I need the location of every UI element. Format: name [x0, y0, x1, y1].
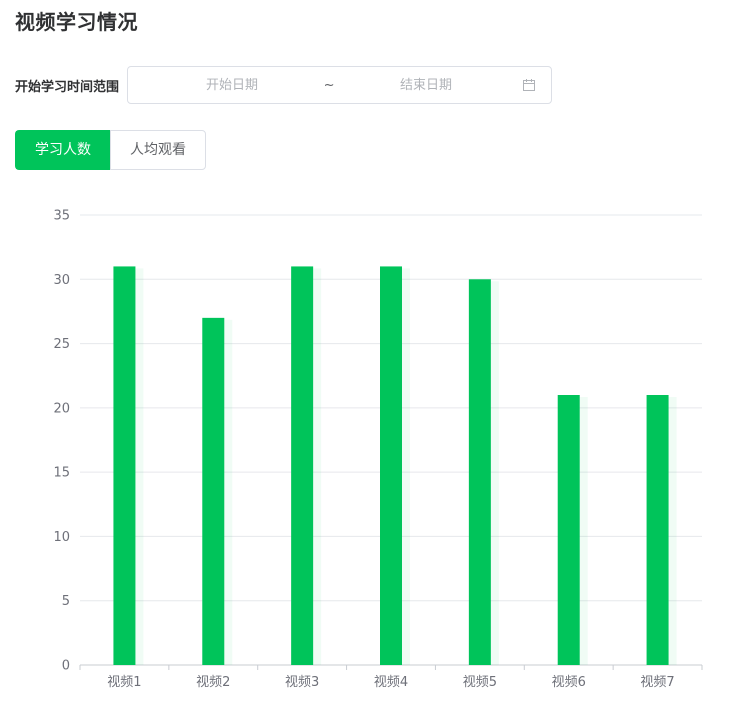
- metric-tabs: 学习人数 人均观看: [15, 130, 206, 170]
- start-date-input[interactable]: [150, 69, 315, 101]
- bar: [380, 266, 402, 665]
- x-tick-label: 视频3: [285, 675, 319, 690]
- y-tick-label: 25: [53, 337, 70, 352]
- y-tick-label: 30: [53, 273, 70, 288]
- bar: [113, 266, 136, 665]
- y-tick-label: 5: [62, 594, 70, 609]
- page-title: 视频学习情况: [15, 10, 138, 34]
- bar: [646, 395, 669, 665]
- x-tick-label: 视频5: [463, 675, 497, 690]
- tab-average-views[interactable]: 人均观看: [110, 130, 206, 170]
- date-range-separator: ~: [323, 77, 335, 93]
- x-tick-label: 视频4: [374, 675, 408, 690]
- calendar-icon[interactable]: [523, 79, 536, 91]
- y-tick-label: 35: [53, 209, 70, 224]
- y-tick-label: 15: [53, 466, 70, 481]
- y-tick-label: 10: [53, 530, 70, 545]
- x-tick-label: 视频7: [640, 675, 674, 690]
- bar-chart-svg: 0 5 10 15 20 25 30 35 视频1 视频2 视频3 视频4 视频5 视频6 视频7: [53, 209, 703, 690]
- y-tick-label: 0: [62, 659, 70, 674]
- x-tick-label: 视频1: [107, 675, 141, 690]
- bar: [557, 395, 580, 665]
- end-date-input[interactable]: [344, 69, 509, 101]
- bar: [468, 279, 491, 665]
- bar-chart: 0 5 10 15 20 25 30 35 视频1 视频2 视频3 视频4 视频5 视频6 视频7: [0, 190, 731, 701]
- x-tick-label: 视频6: [552, 675, 586, 690]
- date-range-label: 开始学习时间范围: [15, 79, 120, 95]
- x-tick-label: 视频2: [196, 675, 230, 690]
- tab-learners[interactable]: 学习人数: [15, 130, 110, 170]
- bar: [291, 266, 314, 665]
- date-filter-row: 开始学习时间范围 ~: [15, 65, 553, 105]
- bar: [202, 317, 225, 665]
- date-range-picker[interactable]: ~: [127, 66, 553, 104]
- y-tick-label: 20: [53, 401, 70, 416]
